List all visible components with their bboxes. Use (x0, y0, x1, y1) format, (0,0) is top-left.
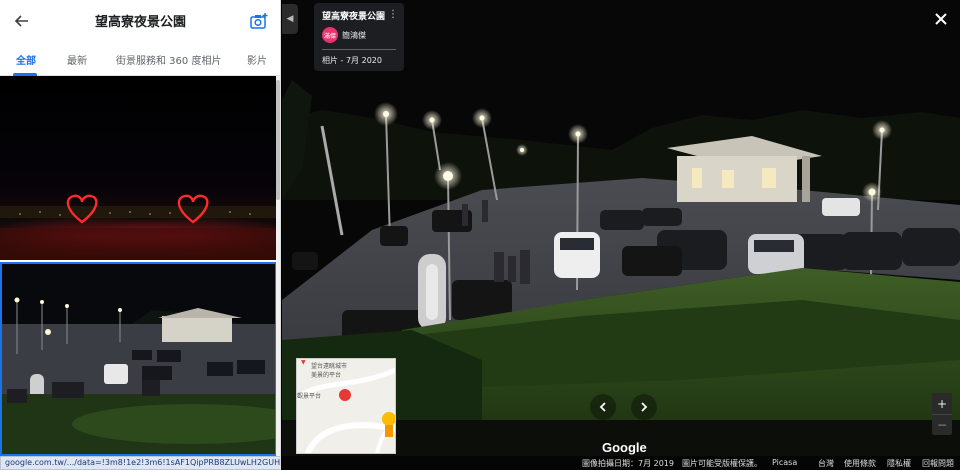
privacy-link[interactable]: 隱私權 (887, 458, 911, 469)
photo-info-card: 望高寮夜景公園 ⋮ 滿傑 簡鴻傑 相片 - 7月 2020 (314, 3, 404, 71)
panel-scrollbar-thumb[interactable] (276, 80, 280, 200)
map-footer: 圖像拍攝日期：7月 2019 圖片可能受版權保護。 Picasa 台灣 使用條款… (282, 456, 960, 470)
zoom-out-button[interactable]: − (932, 414, 952, 435)
map-pin-icon (339, 389, 351, 401)
minimap[interactable]: ▼ 望台遠眺城市 美景的平台 寮觀景平台 (296, 358, 396, 454)
capture-date: 圖像拍攝日期：7月 2019 (582, 459, 674, 468)
more-vert-icon[interactable]: ⋮ (388, 9, 398, 20)
status-url: google.com.tw/.../data=!3m8!1e2!3m6!1sAF… (0, 456, 280, 470)
photo-tabs: 全部 最新 街景服務和 360 度相片 影片 (0, 42, 280, 76)
photo-thumbnail-selected[interactable] (0, 262, 277, 456)
collapse-panel-button[interactable]: ◀ (282, 4, 298, 34)
minimap-label-1: 望台遠眺城市 (311, 363, 348, 370)
photo-thumbnail-hearts[interactable] (0, 76, 277, 260)
zoom-in-button[interactable]: + (932, 393, 952, 414)
hearts-photo (0, 194, 277, 260)
zoom-control: + − (932, 393, 952, 435)
tab-all[interactable]: 全部 (16, 52, 36, 67)
next-photo-button[interactable] (631, 394, 657, 420)
photo-date: 相片 - 7月 2020 (322, 56, 382, 65)
previous-photo-button[interactable] (590, 394, 616, 420)
close-icon (935, 13, 947, 25)
photo-author: 滿傑 簡鴻傑 (322, 27, 396, 43)
region-link[interactable]: 台灣 (818, 458, 834, 469)
photos-panel: 望高寮夜景公園 全部 最新 街景服務和 360 度相片 影片 google.co… (0, 0, 281, 470)
picasa-logo: Picasa (772, 458, 798, 467)
back-button[interactable] (8, 7, 36, 35)
chevron-left-icon: ◀ (286, 14, 294, 24)
photo-place-title: 望高寮夜景公園 (322, 12, 386, 22)
chevron-right-icon (641, 402, 648, 412)
add-photo-icon (250, 13, 268, 29)
report-link[interactable]: 回報問題 (922, 458, 954, 469)
tab-street-view-360[interactable]: 街景服務和 360 度相片 (116, 52, 221, 67)
map-pin-icon: ▼ (301, 359, 306, 366)
tab-latest[interactable]: 最新 (67, 52, 87, 67)
minimap-label-3: 寮觀景平台 (297, 393, 322, 400)
copyright-notice: 圖片可能受版權保護。 (682, 459, 762, 468)
minimap-label-2: 美景的平台 (311, 372, 342, 379)
park-photo (2, 264, 275, 454)
divider (322, 49, 396, 50)
tab-videos[interactable]: 影片 (247, 52, 267, 67)
chevron-left-icon (599, 402, 606, 412)
add-photo-button[interactable] (245, 7, 273, 35)
google-logo: Google (602, 440, 647, 455)
app-root: 望高寮夜景公園 全部 最新 街景服務和 360 度相片 影片 google.co… (0, 0, 960, 470)
photo-viewer[interactable]: 望高寮夜景公園 ⋮ 滿傑 簡鴻傑 相片 - 7月 2020 ▼ 望台遠眺城市 美… (282, 0, 960, 470)
avatar[interactable]: 滿傑 (322, 27, 338, 43)
arrow-left-icon (14, 15, 28, 27)
terms-link[interactable]: 使用條款 (844, 458, 876, 469)
author-name[interactable]: 簡鴻傑 (342, 30, 366, 41)
panel-title: 望高寮夜景公園 (94, 15, 186, 30)
close-button[interactable] (932, 10, 950, 28)
panel-header: 望高寮夜景公園 (0, 0, 280, 42)
